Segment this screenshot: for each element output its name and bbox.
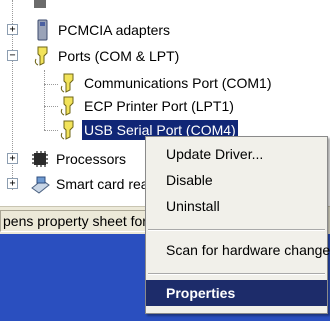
- tree-item-label: PCMCIA adapters: [58, 22, 171, 38]
- collapse-button[interactable]: −: [7, 50, 18, 61]
- tree-line: [44, 130, 58, 131]
- port-connector-icon: [58, 95, 78, 117]
- port-connector-icon: [32, 45, 52, 67]
- tree-item-ports[interactable]: Ports (COM & LPT): [32, 43, 181, 69]
- tree-line: [44, 70, 45, 130]
- menu-item-scan-hardware[interactable]: Scan for hardware changes: [146, 237, 330, 263]
- expand-button[interactable]: +: [7, 24, 18, 35]
- device-icon: [30, 0, 50, 10]
- menu-item-properties[interactable]: Properties: [146, 280, 327, 306]
- status-text: pens property sheet for the: [0, 210, 150, 232]
- tree-item-partial: [30, 0, 54, 12]
- smart-card-reader-icon: [30, 173, 50, 195]
- tree-item-label: Communications Port (COM1): [84, 75, 272, 91]
- port-connector-icon: [58, 119, 78, 141]
- menu-item-uninstall[interactable]: Uninstall: [146, 193, 327, 219]
- tree-item-label: Ports (COM & LPT): [58, 48, 180, 64]
- menu-item-update-driver[interactable]: Update Driver...: [146, 141, 327, 167]
- tree-item-pcmcia-adapters[interactable]: PCMCIA adapters: [32, 17, 172, 43]
- tree-item-label: ECP Printer Port (LPT1): [84, 98, 234, 114]
- menu-separator: [148, 229, 325, 231]
- port-connector-icon: [58, 72, 78, 94]
- expand-button[interactable]: +: [7, 178, 18, 189]
- pcmcia-card-icon: [32, 19, 52, 41]
- tree-line: [44, 84, 58, 85]
- expand-button[interactable]: +: [7, 153, 18, 164]
- menu-item-disable[interactable]: Disable: [146, 167, 327, 193]
- tree-item-processors[interactable]: Processors: [30, 146, 128, 172]
- tree-line: [44, 106, 58, 107]
- processor-chip-icon: [30, 148, 50, 170]
- tree-item-lpt1[interactable]: ECP Printer Port (LPT1): [58, 93, 236, 119]
- tree-item-label: Processors: [56, 151, 127, 167]
- menu-separator: [148, 273, 325, 275]
- context-menu: Update Driver... Disable Uninstall Scan …: [145, 136, 330, 314]
